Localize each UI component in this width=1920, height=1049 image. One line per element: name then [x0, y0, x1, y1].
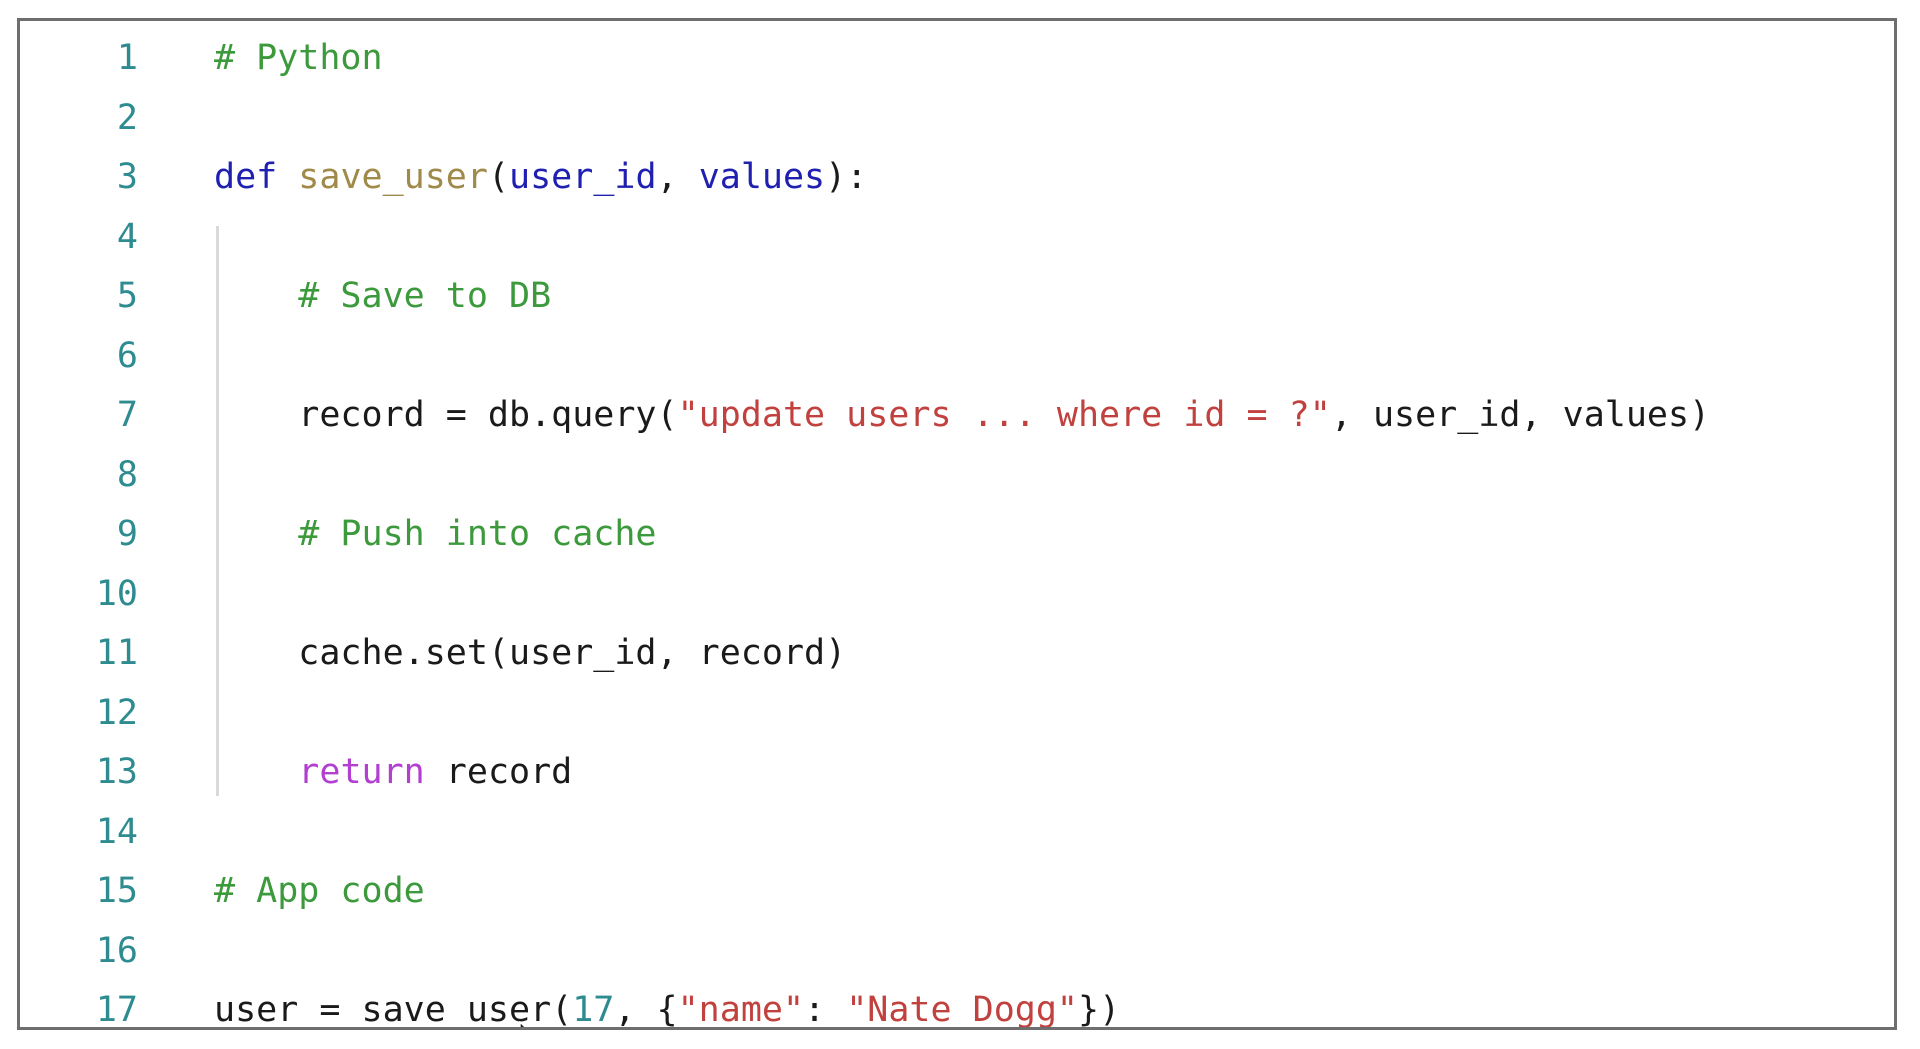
- code-token: }): [1078, 990, 1121, 1030]
- code-token: # Save to DB: [214, 276, 552, 316]
- line-number: 15: [95, 871, 138, 911]
- code-editor-frame[interactable]: 1 # Python 2 3 def save_user(user_id, values…: [17, 18, 1897, 1030]
- code-lines-container: 1 # Python 2 3 def save_user(user_id, values…: [20, 29, 1894, 1030]
- code-token: , {: [614, 990, 678, 1030]
- code-line-text: # Python: [214, 29, 383, 89]
- line-number: 9: [116, 514, 138, 554]
- code-token: "name": [677, 990, 805, 1030]
- code-token: "update users ... where id = ?": [677, 395, 1331, 435]
- code-token: ,: [656, 157, 699, 197]
- line-number: 13: [95, 752, 138, 792]
- code-token: def: [214, 157, 299, 197]
- code-line: 11 cache.set(user_id, record): [20, 624, 1894, 684]
- code-token: "Nate Dogg": [846, 990, 1078, 1030]
- line-number: 7: [116, 395, 138, 435]
- line-number: 10: [95, 573, 138, 614]
- code-line: 16: [20, 922, 1894, 982]
- code-line-text: cache.set(user_id, record): [214, 624, 846, 684]
- code-line: 8: [20, 446, 1894, 506]
- code-line-text: return record: [214, 743, 572, 803]
- code-token: record = db.query(: [214, 395, 678, 435]
- line-number: 11: [95, 633, 138, 673]
- code-token: :: [804, 990, 847, 1030]
- code-line: 3 def save_user(user_id, values):: [20, 148, 1894, 208]
- code-editor-content[interactable]: 1 # Python 2 3 def save_user(user_id, values…: [20, 21, 1894, 1027]
- code-line: 15 # App code: [20, 862, 1894, 922]
- code-line: 13 return record: [20, 743, 1894, 803]
- code-line: 4: [20, 208, 1894, 268]
- code-line: 1 # Python: [20, 29, 1894, 89]
- code-line-text: user = save_user(17, {"name": "Nate Dogg…: [214, 981, 1121, 1030]
- code-line: 2: [20, 89, 1894, 149]
- code-token: record: [424, 752, 573, 792]
- code-line-text: def save_user(user_id, values):: [214, 148, 867, 208]
- code-line: 5 # Save to DB: [20, 267, 1894, 327]
- line-number: 1: [116, 38, 138, 78]
- line-number: 4: [116, 216, 138, 257]
- code-line: 7 record = db.query("update users ... wh…: [20, 386, 1894, 446]
- code-token: values: [698, 157, 826, 197]
- code-line: 9 # Push into cache: [20, 505, 1894, 565]
- line-number: 3: [116, 157, 138, 197]
- line-number: 5: [116, 276, 138, 316]
- line-number: 16: [95, 930, 138, 971]
- code-line-text: # Push into cache: [214, 505, 657, 565]
- code-token: return: [298, 752, 425, 792]
- code-line-text: # Save to DB: [214, 267, 551, 327]
- code-line-text: record = db.query("update users ... wher…: [214, 386, 1710, 446]
- line-number: 14: [95, 811, 138, 852]
- code-line: 6: [20, 327, 1894, 387]
- code-token: (: [487, 157, 510, 197]
- line-number: 2: [116, 97, 138, 138]
- code-token: # App code: [214, 871, 425, 911]
- code-line: 14: [20, 803, 1894, 863]
- line-number: 8: [116, 454, 138, 495]
- code-token: save_user: [298, 157, 488, 197]
- line-number: 17: [95, 990, 138, 1030]
- code-token: 17: [572, 990, 615, 1030]
- code-token: user_id: [509, 157, 657, 197]
- code-line: 17 user = save_user(17, {"name": "Nate Do…: [20, 981, 1894, 1030]
- code-token: , user_id, values): [1330, 395, 1711, 435]
- code-line: 12: [20, 684, 1894, 744]
- code-token: cache.set(user_id, record): [214, 633, 847, 673]
- code-token: # Push into cache: [214, 514, 657, 554]
- line-number: 12: [95, 692, 138, 733]
- code-line: 10: [20, 565, 1894, 625]
- code-line-text: # App code: [214, 862, 425, 922]
- code-token: user = save_user(: [214, 990, 573, 1030]
- code-token: # Python: [214, 38, 383, 78]
- code-token: ):: [825, 157, 868, 197]
- line-number: 6: [116, 335, 138, 376]
